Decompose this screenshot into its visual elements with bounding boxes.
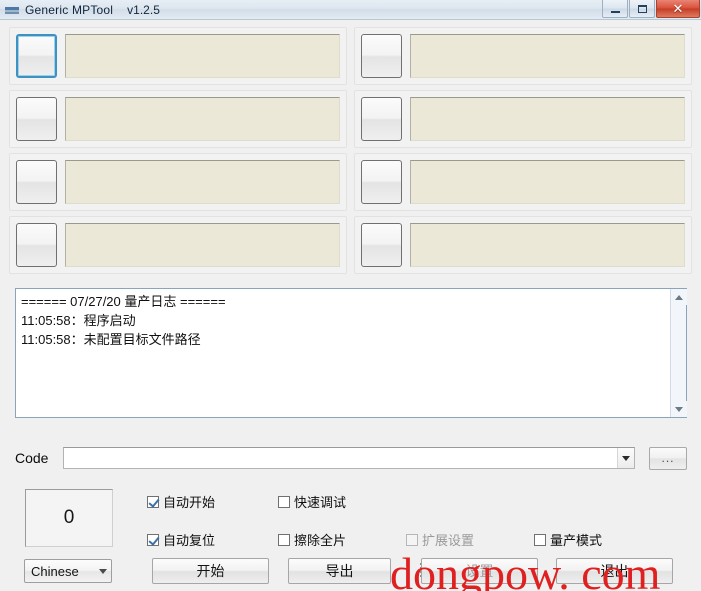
slot-status [65, 160, 340, 204]
count-display: 0 [25, 489, 113, 547]
minimize-icon [610, 10, 620, 13]
slot-button[interactable] [361, 160, 402, 204]
chevron-down-icon [675, 406, 683, 412]
code-label: Code [15, 450, 49, 466]
slot-panel[interactable] [354, 153, 692, 211]
scroll-down-button[interactable] [671, 401, 687, 417]
export-button[interactable]: 导出 [288, 558, 391, 584]
slot-button[interactable] [361, 34, 402, 78]
checkbox-box-icon [147, 533, 159, 546]
checkbox-label: 量产模式 [550, 533, 603, 548]
close-button[interactable]: ✕ [656, 0, 700, 18]
window-title: Generic MPTool [25, 2, 114, 17]
slot-status [65, 97, 340, 141]
checkbox-auto-start[interactable]: 自动开始 [147, 492, 215, 511]
slot-status [410, 223, 685, 267]
language-dropdown-button[interactable] [95, 568, 111, 574]
window-version: v1.2.5 [127, 2, 160, 17]
title-bar: Generic MPTool v1.2.5 ✕ [0, 0, 701, 20]
slot-panel[interactable] [354, 90, 692, 148]
language-select[interactable]: Chinese [24, 559, 112, 583]
minimize-button[interactable] [602, 0, 628, 18]
slot-grid [9, 27, 692, 293]
checkbox-label: 自动开始 [163, 495, 216, 510]
maximize-button[interactable] [629, 0, 655, 18]
checkbox-mp-mode[interactable]: 量产模式 [534, 530, 602, 549]
checkbox-ext-setting: 扩展设置 [406, 530, 474, 549]
slot-button[interactable] [16, 34, 57, 78]
chevron-down-icon [622, 455, 630, 461]
slot-button[interactable] [361, 223, 402, 267]
browse-button[interactable]: ... [649, 446, 687, 470]
checkbox-box-icon [278, 533, 290, 546]
app-window: Generic MPTool v1.2.5 ✕ ====== 07/27/20 … [0, 0, 701, 591]
checkbox-label: 快速调试 [294, 495, 347, 510]
checkbox-box-icon [406, 533, 418, 546]
start-button[interactable]: 开始 [152, 558, 269, 584]
scroll-up-button[interactable] [671, 289, 687, 305]
slot-panel[interactable] [354, 27, 692, 85]
log-text: ====== 07/27/20 量产日志 ====== 11:05:58：程序启… [21, 294, 226, 347]
client-area: ====== 07/27/20 量产日志 ====== 11:05:58：程序启… [0, 20, 701, 591]
log-scrollbar[interactable] [670, 289, 687, 417]
checkbox-box-icon [278, 495, 290, 508]
checkbox-erase-all[interactable]: 擦除全片 [278, 530, 346, 549]
checkbox-fast-debug[interactable]: 快速调试 [278, 492, 346, 511]
slot-button[interactable] [16, 223, 57, 267]
checkbox-label: 扩展设置 [422, 533, 475, 548]
code-row: Code ... [15, 445, 687, 471]
slot-status [65, 34, 340, 78]
close-icon: ✕ [672, 1, 684, 16]
slot-button[interactable] [16, 97, 57, 141]
slot-panel[interactable] [9, 216, 347, 274]
code-dropdown-button[interactable] [617, 448, 634, 468]
checkbox-box-icon [534, 533, 546, 546]
chevron-up-icon [675, 294, 683, 300]
slot-status [410, 97, 685, 141]
code-combobox[interactable] [63, 447, 635, 469]
slot-panel[interactable] [9, 90, 347, 148]
slot-button[interactable] [361, 97, 402, 141]
slot-status [410, 34, 685, 78]
slot-button[interactable] [16, 160, 57, 204]
maximize-icon [637, 4, 647, 13]
checkbox-box-icon [147, 495, 159, 508]
checkbox-label: 擦除全片 [294, 533, 347, 548]
slot-panel[interactable] [9, 27, 347, 85]
log-panel[interactable]: ====== 07/27/20 量产日志 ====== 11:05:58：程序启… [15, 288, 687, 418]
slot-status [410, 160, 685, 204]
slot-panel[interactable] [9, 153, 347, 211]
slot-status [65, 223, 340, 267]
slot-panel[interactable] [354, 216, 692, 274]
language-value: Chinese [31, 563, 79, 579]
window-controls: ✕ [601, 0, 700, 19]
checkbox-auto-reset[interactable]: 自动复位 [147, 530, 215, 549]
checkbox-label: 自动复位 [163, 533, 216, 548]
app-icon [4, 2, 20, 18]
exit-button[interactable]: 退出 [556, 558, 673, 584]
setting-button: 设置 [421, 558, 538, 584]
chevron-down-icon [99, 568, 107, 574]
